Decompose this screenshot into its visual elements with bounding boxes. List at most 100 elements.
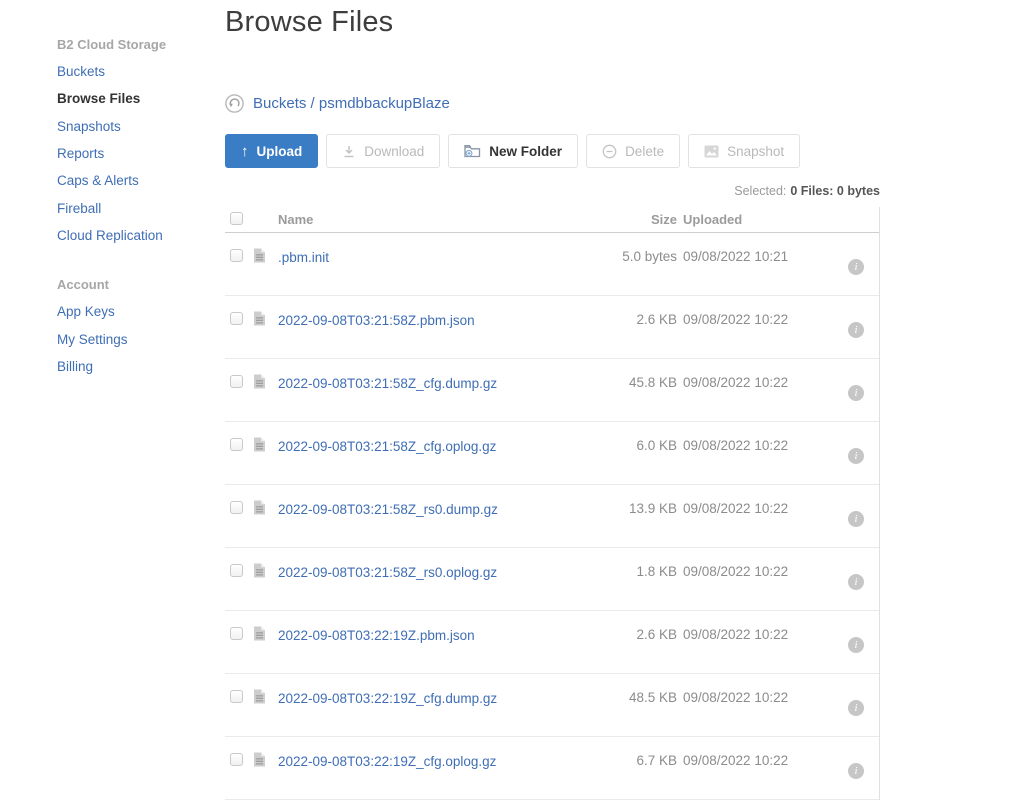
row-checkbox[interactable] [230, 438, 243, 451]
selection-value: 0 Files: 0 bytes [790, 184, 880, 198]
file-icon [253, 548, 278, 583]
sidebar-item-my-settings[interactable]: My Settings [57, 325, 225, 352]
file-info-icon[interactable]: i [848, 511, 864, 527]
file-name-link[interactable]: .pbm.init [278, 250, 329, 265]
app-window: B2 Cloud Storage Buckets Browse Files Snap… [0, 0, 1024, 800]
file-uploaded-date: 09/08/2022 10:22 [683, 753, 789, 768]
sidebar-section: Account App Keys My Settings Billing [57, 270, 225, 380]
column-header-name: Name [278, 212, 314, 227]
upload-icon: ↑ [241, 142, 249, 160]
file-uploaded-date: 09/08/2022 10:22 [683, 564, 789, 579]
file-name-link[interactable]: 2022-09-08T03:22:19Z.pbm.json [278, 628, 475, 643]
upload-button[interactable]: ↑ Upload [225, 134, 319, 168]
file-name-link[interactable]: 2022-09-08T03:22:19Z_cfg.dump.gz [278, 691, 497, 706]
table-row: 2022-09-08T03:21:58Z_cfg.oplog.gz 6.0 KB… [225, 422, 879, 485]
file-uploaded-date: 09/08/2022 10:22 [683, 312, 789, 327]
file-info-icon[interactable]: i [848, 385, 864, 401]
file-name-link[interactable]: 2022-09-08T03:21:58Z_rs0.oplog.gz [278, 565, 497, 580]
file-size: 6.7 KB [636, 753, 677, 768]
file-uploaded-date: 09/08/2022 10:22 [683, 501, 789, 516]
file-info-icon[interactable]: i [848, 322, 864, 338]
file-table-header: Name Size Uploaded [225, 207, 879, 233]
download-button[interactable]: Download [326, 134, 441, 168]
row-checkbox[interactable] [230, 690, 243, 703]
file-icon [253, 296, 278, 331]
file-uploaded-date: 09/08/2022 10:22 [683, 627, 789, 642]
file-name-link[interactable]: 2022-09-08T03:21:58Z.pbm.json [278, 313, 475, 328]
table-row: 2022-09-08T03:22:19Z.pbm.json 2.6 KB 09/… [225, 611, 879, 674]
file-table: Name Size Uploaded .pbm.init 5.0 bytes 0… [225, 207, 880, 800]
sidebar-section-header: B2 Cloud Storage [57, 36, 167, 52]
delete-button[interactable]: Delete [586, 134, 681, 168]
toolbar: ↑ Upload Download New Folder Delete Snap… [225, 134, 1024, 168]
file-info-icon[interactable]: i [848, 700, 864, 716]
column-header-size: Size [650, 212, 677, 227]
file-uploaded-date: 09/08/2022 10:22 [683, 375, 789, 390]
file-size: 2.6 KB [636, 312, 677, 327]
breadcrumb: Buckets / psmdbbackupBlaze [225, 94, 1024, 113]
snapshot-button[interactable]: Snapshot [688, 134, 801, 168]
row-checkbox[interactable] [230, 501, 243, 514]
sidebar-list: Buckets Browse Files Snapshots Reports Caps … [57, 58, 225, 249]
file-size: 13.9 KB [628, 501, 677, 516]
breadcrumb-separator: / [306, 95, 319, 112]
file-icon [253, 611, 278, 646]
row-checkbox[interactable] [230, 375, 243, 388]
sidebar-item-reports[interactable]: Reports [57, 140, 225, 167]
table-row: 2022-09-08T03:21:58Z_rs0.dump.gz 13.9 KB… [225, 485, 879, 548]
file-info-icon[interactable]: i [848, 448, 864, 464]
file-uploaded-date: 09/08/2022 10:22 [683, 690, 789, 705]
sidebar-item-app-keys[interactable]: App Keys [57, 298, 225, 325]
file-info-icon[interactable]: i [848, 259, 864, 275]
file-table-area: Selected: 0 Files: 0 bytes Name Size Uplo… [225, 184, 880, 800]
sidebar-item-buckets[interactable]: Buckets [57, 58, 225, 85]
file-info-icon[interactable]: i [848, 637, 864, 653]
table-row: 2022-09-08T03:22:19Z_cfg.oplog.gz 6.7 KB… [225, 737, 879, 800]
sidebar-section: B2 Cloud Storage Buckets Browse Files Snap… [57, 30, 225, 249]
new-folder-button[interactable]: New Folder [448, 134, 579, 168]
file-name-link[interactable]: 2022-09-08T03:22:19Z_cfg.oplog.gz [278, 754, 496, 769]
sidebar-list: App Keys My Settings Billing [57, 298, 225, 380]
selection-label: Selected: [734, 184, 787, 198]
table-row: 2022-09-08T03:21:58Z.pbm.json 2.6 KB 09/… [225, 296, 879, 359]
select-all-checkbox[interactable] [230, 211, 243, 225]
file-icon [253, 737, 278, 772]
column-header-uploaded: Uploaded [683, 212, 743, 227]
sidebar-item-cloud-replication[interactable]: Cloud Replication [57, 222, 225, 249]
breadcrumb-current-bucket: psmdbbackupBlaze [318, 95, 450, 112]
main-content: Browse Files Buckets / psmdbbackupBlaze … [225, 0, 1024, 800]
row-checkbox[interactable] [230, 312, 243, 325]
file-info-icon[interactable]: i [848, 574, 864, 590]
file-icon [253, 485, 278, 520]
file-uploaded-date: 09/08/2022 10:21 [683, 249, 789, 264]
download-icon [342, 145, 356, 158]
file-name-link[interactable]: 2022-09-08T03:21:58Z_cfg.oplog.gz [278, 439, 496, 454]
snapshot-icon [704, 145, 719, 158]
file-name-link[interactable]: 2022-09-08T03:21:58Z_cfg.dump.gz [278, 376, 497, 391]
file-name-link[interactable]: 2022-09-08T03:21:58Z_rs0.dump.gz [278, 502, 498, 517]
sidebar-item-browse-files[interactable]: Browse Files [57, 85, 225, 112]
table-row: 2022-09-08T03:22:19Z_cfg.dump.gz 48.5 KB… [225, 674, 879, 737]
file-table-body: .pbm.init 5.0 bytes 09/08/2022 10:21 i 2… [225, 233, 879, 800]
breadcrumb-buckets-link[interactable]: Buckets [253, 95, 306, 112]
sidebar-item-billing[interactable]: Billing [57, 353, 225, 380]
row-checkbox[interactable] [230, 753, 243, 766]
file-icon [253, 422, 278, 457]
file-size: 1.8 KB [636, 564, 677, 579]
file-size: 48.5 KB [628, 690, 677, 705]
sidebar-item-snapshots[interactable]: Snapshots [57, 113, 225, 140]
row-checkbox[interactable] [230, 564, 243, 577]
file-icon [253, 233, 278, 268]
row-checkbox[interactable] [230, 627, 243, 640]
table-row: 2022-09-08T03:21:58Z_cfg.dump.gz 45.8 KB… [225, 359, 879, 422]
file-size: 2.6 KB [636, 627, 677, 642]
page-title: Browse Files [225, 6, 394, 38]
sidebar-item-fireball[interactable]: Fireball [57, 194, 225, 221]
file-info-icon[interactable]: i [848, 763, 864, 779]
sidebar-item-caps-alerts[interactable]: Caps & Alerts [57, 167, 225, 194]
table-row: 2022-09-08T03:21:58Z_rs0.oplog.gz 1.8 KB… [225, 548, 879, 611]
file-size: 5.0 bytes [622, 249, 677, 264]
row-checkbox[interactable] [230, 249, 243, 262]
file-icon [253, 674, 278, 709]
back-icon[interactable] [225, 94, 244, 113]
